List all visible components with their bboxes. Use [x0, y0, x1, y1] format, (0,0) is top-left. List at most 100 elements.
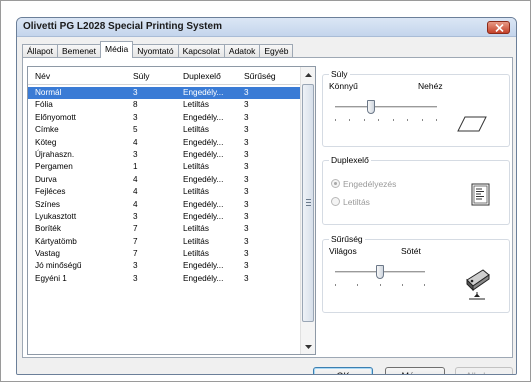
media-rows: Normál 3 Engedély... 3 Fólia 8 Letiltás 3 Előnyo…	[28, 87, 300, 285]
cell-density: 3	[244, 137, 249, 147]
cell-duplex: Letiltás	[183, 100, 209, 110]
cell-duplex: Engedély...	[183, 199, 224, 209]
cell-duplex: Engedély...	[183, 211, 224, 221]
cell-duplex: Engedély...	[183, 137, 224, 147]
media-row[interactable]: Kártyatömb 7 Letiltás 3	[28, 236, 300, 248]
tab-nyomtato[interactable]: Nyomtató	[132, 44, 179, 58]
cell-weight: 7	[133, 236, 138, 246]
cell-name: Boríték	[35, 224, 61, 234]
media-row[interactable]: Normál 3 Engedély... 3	[28, 87, 300, 100]
cell-name: Lyukasztott	[35, 211, 77, 221]
media-row[interactable]: Színes 4 Engedély... 3	[28, 199, 300, 211]
media-row[interactable]: Fejléces 4 Letiltás 3	[28, 186, 300, 198]
cell-duplex: Engedély...	[183, 261, 224, 271]
duplex-group-label: Duplexelő	[329, 155, 371, 165]
tab-media[interactable]: Média	[100, 41, 134, 58]
cell-density: 3	[244, 187, 249, 197]
media-row[interactable]: Lyukasztott 3 Engedély... 3	[28, 211, 300, 223]
column-header-duplexelo[interactable]: Duplexelő	[183, 71, 221, 81]
cell-density: 3	[244, 88, 249, 97]
tab-bemenet[interactable]: Bemenet	[57, 44, 102, 58]
cell-duplex: Engedély...	[183, 174, 224, 184]
duplex-group: Duplexelő Engedélyezés Letiltás	[322, 155, 510, 225]
weight-slider-thumb[interactable]	[366, 100, 375, 114]
scroll-down-button[interactable]	[301, 339, 315, 354]
duplex-disable-radio[interactable]	[331, 197, 340, 206]
close-icon	[495, 24, 504, 32]
cell-weight: 8	[133, 100, 138, 110]
media-tab-panel: Név Súly Duplexelő Sűrűség Normál 3 Engedé…	[22, 57, 513, 358]
cell-weight: 4	[133, 199, 138, 209]
duplex-disable-label: Letiltás	[343, 197, 370, 207]
cell-density: 3	[244, 174, 249, 184]
tab-kapcsolat[interactable]: Kapcsolat	[177, 44, 225, 58]
cell-name: Színes	[35, 199, 61, 209]
media-row[interactable]: Pergamen 1 Letiltás 3	[28, 161, 300, 173]
list-vertical-scrollbar[interactable]	[300, 67, 315, 354]
column-header-nev[interactable]: Név	[35, 71, 50, 81]
cell-name: Fólia	[35, 100, 53, 110]
weight-slider-track[interactable]	[335, 106, 437, 109]
media-row[interactable]: Vastag 7 Letiltás 3	[28, 248, 300, 260]
cell-density: 3	[244, 100, 249, 110]
density-min-label: Világos	[329, 246, 357, 256]
cell-weight: 3	[133, 149, 138, 159]
weight-max-label: Nehéz	[418, 81, 443, 91]
column-header-suruseg[interactable]: Sűrűség	[244, 71, 276, 81]
media-type-list[interactable]: Név Súly Duplexelő Sűrűség Normál 3 Engedé…	[27, 66, 316, 355]
media-row[interactable]: Előnyomott 3 Engedély... 3	[28, 112, 300, 124]
cell-name: Újrahaszn.	[35, 149, 75, 159]
media-row[interactable]: Újrahaszn. 3 Engedély... 3	[28, 149, 300, 161]
media-row[interactable]: Jó minőségű 3 Engedély... 3	[28, 260, 300, 272]
cell-density: 3	[244, 236, 249, 246]
cell-weight: 4	[133, 187, 138, 197]
tab-adatok[interactable]: Adatok	[223, 44, 261, 58]
duplex-enable-radio[interactable]	[331, 179, 340, 188]
scroll-thumb[interactable]	[302, 84, 314, 322]
cell-density: 3	[244, 162, 249, 172]
media-row[interactable]: Durva 4 Engedély... 3	[28, 174, 300, 186]
duplex-enable-label: Engedélyezés	[343, 179, 397, 189]
cell-name: Pergamen	[35, 162, 73, 172]
duplex-disable-option[interactable]: Letiltás	[331, 197, 370, 207]
media-row[interactable]: Köteg 4 Engedély... 3	[28, 137, 300, 149]
cell-weight: 7	[133, 224, 138, 234]
tab-allapot[interactable]: Állapot	[22, 44, 58, 58]
scroll-up-button[interactable]	[301, 67, 315, 82]
cell-name: Jó minőségű	[35, 261, 82, 271]
media-row[interactable]: Boríték 7 Letiltás 3	[28, 223, 300, 235]
cell-density: 3	[244, 273, 249, 283]
cell-density: 3	[244, 112, 249, 122]
cell-duplex: Engedély...	[183, 273, 224, 283]
cancel-button[interactable]: Mégse	[385, 367, 445, 374]
apply-button[interactable]: Alkalmaz	[455, 367, 513, 374]
dialog-client: Állapot Bemenet Média Nyomtató Kapcsolat…	[17, 37, 516, 374]
scroll-down-arrow-icon	[304, 344, 312, 349]
cell-name: Fejléces	[35, 187, 66, 197]
ok-button[interactable]: OK	[313, 367, 373, 374]
cell-weight: 3	[133, 273, 138, 283]
duplex-document-icon	[471, 183, 490, 206]
column-header-suly[interactable]: Súly	[133, 71, 150, 81]
media-row[interactable]: Fólia 8 Letiltás 3	[28, 99, 300, 111]
tab-egyeb[interactable]: Egyéb	[259, 44, 294, 58]
printer-properties-dialog: Olivetti PG L2028 Special Printing Syste…	[16, 17, 517, 375]
close-button[interactable]	[487, 21, 510, 34]
density-group: Sűrűség Világos Sötét	[322, 234, 510, 313]
cell-name: Köteg	[35, 137, 57, 147]
cell-name: Durva	[35, 174, 57, 184]
cell-duplex: Letiltás	[183, 249, 209, 259]
density-slider-thumb[interactable]	[376, 265, 384, 279]
cell-density: 3	[244, 249, 249, 259]
duplex-enable-option[interactable]: Engedélyezés	[331, 179, 396, 189]
cell-duplex: Engedély...	[183, 112, 224, 122]
cell-duplex: Letiltás	[183, 187, 209, 197]
tab-strip: Állapot Bemenet Média Nyomtató Kapcsolat…	[22, 41, 294, 58]
scroll-up-arrow-icon	[304, 72, 312, 77]
cell-weight: 3	[133, 211, 138, 221]
media-row[interactable]: Egyéni 1 3 Engedély... 3	[28, 273, 300, 285]
media-row[interactable]: Címke 5 Letiltás 3	[28, 124, 300, 136]
weight-min-label: Könnyű	[329, 81, 358, 91]
cell-name: Vastag	[35, 249, 60, 259]
cell-weight: 3	[133, 88, 138, 97]
